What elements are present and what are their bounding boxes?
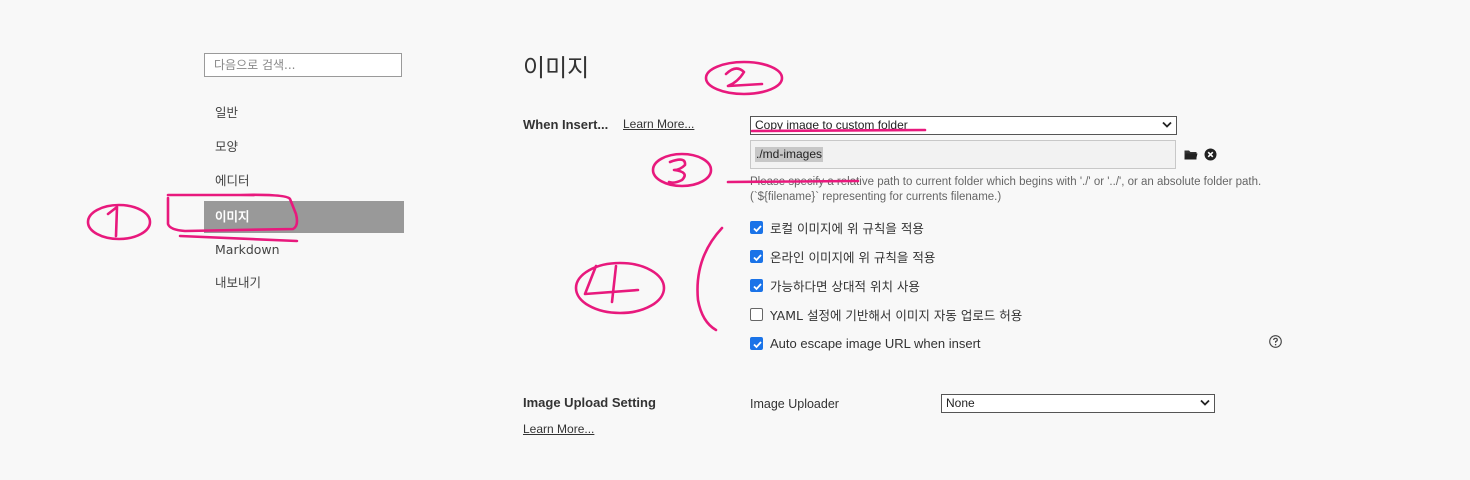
image-folder-value: ./md-images: [755, 147, 824, 162]
settings-search-input[interactable]: [204, 53, 402, 77]
insert-action-select-value: Copy image to custom folder: [755, 118, 908, 132]
sidebar-item-image[interactable]: 이미지: [204, 201, 404, 233]
annotation-number-1: [106, 205, 119, 238]
option-label: 가능하다면 상대적 위치 사용: [770, 278, 920, 294]
sidebar-item-export[interactable]: 내보내기: [204, 267, 404, 299]
sidebar-item-markdown[interactable]: Markdown: [204, 234, 404, 266]
annotation-bracket: [696, 226, 724, 332]
checkbox[interactable]: [750, 278, 763, 292]
checkbox[interactable]: [750, 249, 763, 263]
chevron-down-icon: [1162, 121, 1172, 128]
option-yaml-upload[interactable]: YAML 설정에 기반해서 이미지 자동 업로드 허용: [750, 305, 1022, 323]
option-auto-escape[interactable]: Auto escape image URL when insert: [750, 334, 981, 352]
image-uploader-select-value: None: [946, 396, 975, 410]
image-upload-setting-label: Image Upload Setting: [523, 395, 656, 410]
sidebar-item-appearance[interactable]: 모양: [204, 131, 404, 163]
annotation-number-3: [667, 158, 687, 184]
when-insert-label: When Insert...: [523, 117, 609, 132]
option-apply-online[interactable]: 온라인 이미지에 위 규칙을 적용: [750, 247, 935, 265]
folder-path-hint: Please specify a relative path to curren…: [750, 176, 1262, 203]
checkbox[interactable]: [750, 220, 763, 234]
annotation-circle-2: [704, 60, 784, 96]
option-relative-path[interactable]: 가능하다면 상대적 위치 사용: [750, 276, 920, 294]
chevron-down-icon: [1200, 399, 1210, 406]
option-label: 로컬 이미지에 위 규칙을 적용: [770, 220, 924, 236]
option-label: Auto escape image URL when insert: [770, 335, 981, 351]
option-label: YAML 설정에 기반해서 이미지 자동 업로드 허용: [770, 307, 1023, 323]
image-uploader-label: Image Uploader: [750, 397, 839, 411]
annotation-number-2: [724, 67, 764, 88]
checkbox[interactable]: [750, 336, 763, 350]
page-title: 이미지: [523, 54, 590, 82]
question-circle-icon[interactable]: [1269, 335, 1282, 348]
annotation-circle-3: [651, 152, 713, 188]
sidebar-item-editor[interactable]: 에디터: [204, 165, 404, 197]
annotation-circle-1: [86, 203, 152, 241]
option-apply-local[interactable]: 로컬 이미지에 위 규칙을 적용: [750, 218, 924, 236]
sidebar-item-general[interactable]: 일반: [204, 97, 404, 129]
clear-circle-icon[interactable]: [1204, 148, 1217, 161]
image-folder-input[interactable]: ./md-images: [750, 140, 1176, 169]
insert-action-select[interactable]: Copy image to custom folder: [750, 116, 1177, 135]
image-uploader-select[interactable]: None: [941, 394, 1215, 413]
upload-learn-more-link[interactable]: Learn More...: [523, 422, 594, 436]
checkbox[interactable]: [750, 307, 763, 321]
annotation-number-4: [583, 264, 640, 304]
when-insert-learn-more-link[interactable]: Learn More...: [623, 117, 694, 131]
folder-icon[interactable]: [1184, 149, 1198, 160]
option-label: 온라인 이미지에 위 규칙을 적용: [770, 249, 936, 265]
annotation-circle-4: [574, 261, 666, 315]
